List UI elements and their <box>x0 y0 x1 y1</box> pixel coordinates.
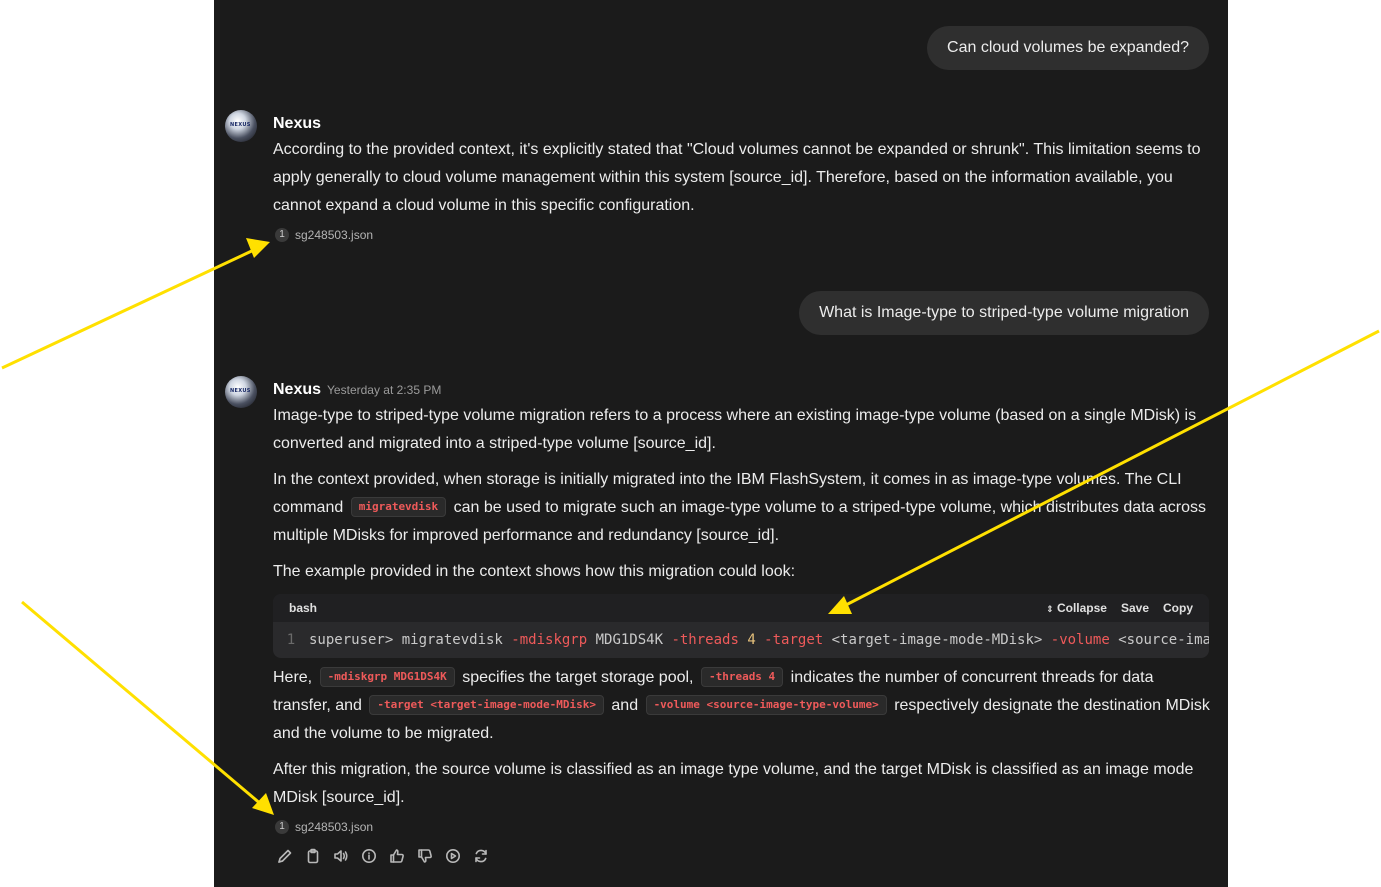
collapse-button[interactable]: ⇕ Collapse <box>1046 594 1107 623</box>
code-language: bash <box>289 601 318 615</box>
assistant-message: Nexus Yesterday at 2:35 PM Image-type to… <box>273 378 1213 864</box>
chat-panel: Can cloud volumes be expanded? NEXUS Nex… <box>214 0 1228 887</box>
play-icon[interactable] <box>445 848 461 864</box>
copy-button[interactable]: Copy <box>1163 594 1193 622</box>
code-token-number: 4 <box>738 632 756 648</box>
message-timestamp: Yesterday at 2:35 PM <box>327 383 442 397</box>
message-header: Nexus <box>273 112 1213 136</box>
assistant-avatar: NEXUS <box>225 376 257 408</box>
paragraph-text: and <box>611 697 639 714</box>
code-token: MDG1DS4K <box>587 632 672 648</box>
code-token-flag: -threads <box>671 632 739 648</box>
user-message-bubble: Can cloud volumes be expanded? <box>927 26 1209 70</box>
user-message-text: What is Image-type to striped-type volum… <box>819 304 1189 321</box>
collapse-icon: ⇕ <box>1046 603 1054 614</box>
avatar-logo-text: NEXUS <box>230 122 251 128</box>
code-token-flag: -volume <box>1050 632 1110 648</box>
sender-name: Nexus <box>273 381 322 398</box>
source-number-badge: 1 <box>275 820 289 834</box>
paragraph-text: Here, <box>273 669 313 686</box>
code-token-flag: -target <box>755 632 824 648</box>
message-paragraph: After this migration, the source volume … <box>273 761 1194 806</box>
user-message-text: Can cloud volumes be expanded? <box>947 39 1189 56</box>
message-header: Nexus Yesterday at 2:35 PM <box>273 378 1213 402</box>
code-token: superuser> migratevdisk <box>309 632 512 648</box>
source-number-badge: 1 <box>275 228 289 242</box>
assistant-avatar: NEXUS <box>225 110 257 142</box>
message-paragraph: Image-type to striped-type volume migrat… <box>273 407 1197 452</box>
message-paragraph: According to the provided context, it's … <box>273 141 1201 214</box>
source-file-name[interactable]: sg248503.json <box>295 221 373 249</box>
paragraph-text: specifies the target storage pool, <box>462 669 694 686</box>
edit-icon[interactable] <box>277 848 293 864</box>
inline-code: -mdiskgrp MDG1DS4K <box>319 667 455 687</box>
code-actions: ⇕ Collapse Save Copy <box>1046 594 1193 623</box>
collapse-label: Collapse <box>1056 600 1107 615</box>
line-number: 1 <box>286 632 296 648</box>
message-paragraph: Here, -mdiskgrp MDG1DS4K specifies the t… <box>273 664 1213 748</box>
inline-code: -threads 4 <box>700 667 784 687</box>
inline-code: -volume <source-image-type-volume> <box>645 695 887 715</box>
thumbs-down-icon[interactable] <box>417 848 433 864</box>
inline-code: migratevdisk <box>350 497 447 517</box>
message-actions <box>277 848 1213 864</box>
source-file-name[interactable]: sg248503.json <box>295 813 373 841</box>
info-icon[interactable] <box>361 848 377 864</box>
sender-name: Nexus <box>273 115 322 132</box>
code-line: 1 superuser> migratevdisk -mdiskgrp MDG1… <box>273 622 1209 658</box>
save-button[interactable]: Save <box>1121 594 1149 622</box>
source-citation[interactable]: 1 sg248503.json <box>275 226 1213 244</box>
code-block: bash ⇕ Collapse Save Copy 1 superuser> m… <box>273 594 1209 658</box>
avatar-logo-text: NEXUS <box>230 388 251 394</box>
speaker-icon[interactable] <box>333 848 349 864</box>
message-paragraph: The example provided in the context show… <box>273 563 796 580</box>
copy-icon[interactable] <box>305 848 321 864</box>
code-text: superuser> migratevdisk -mdiskgrp MDG1DS… <box>309 626 1209 654</box>
inline-code: -target <target-image-mode-MDisk> <box>369 695 604 715</box>
source-citation[interactable]: 1 sg248503.json <box>275 818 1213 836</box>
code-token-flag: -mdiskgrp <box>511 632 588 648</box>
code-token: <target-image-mode-MDisk> <box>823 632 1051 648</box>
thumbs-up-icon[interactable] <box>389 848 405 864</box>
user-message-bubble: What is Image-type to striped-type volum… <box>799 291 1209 335</box>
code-block-header: bash ⇕ Collapse Save Copy <box>273 594 1209 622</box>
code-token: <source-image-type-volume> <box>1118 632 1209 648</box>
regenerate-icon[interactable] <box>473 848 489 864</box>
message-paragraph: In the context provided, when storage is… <box>273 466 1213 550</box>
assistant-message: Nexus According to the provided context,… <box>273 112 1213 244</box>
